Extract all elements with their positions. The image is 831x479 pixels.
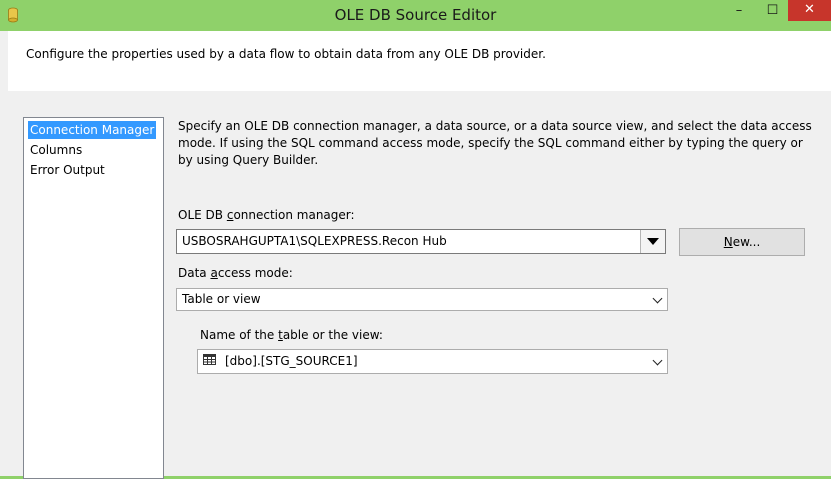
nav-item-columns[interactable]: Columns — [28, 141, 84, 159]
connection-manager-select[interactable]: USBOSRAHGUPTA1\SQLEXPRESS.Recon Hub — [176, 229, 666, 254]
chevron-down-icon — [652, 293, 663, 304]
new-connection-button[interactable]: New... — [679, 228, 805, 256]
table-name-label: Name of the table or the view: — [200, 328, 383, 342]
dialog-client: Configure the properties used by a data … — [0, 31, 831, 479]
nav-item-error-output[interactable]: Error Output — [28, 161, 107, 179]
chevron-down-icon — [652, 355, 663, 366]
dropdown-arrow-icon[interactable] — [640, 230, 665, 253]
table-name-select[interactable]: [dbo].[STG_SOURCE1] — [197, 349, 668, 374]
table-icon — [203, 354, 216, 365]
page-description: Specify an OLE DB connection manager, a … — [178, 119, 812, 167]
minimize-button[interactable]: – — [722, 1, 756, 23]
table-name-value: [dbo].[STG_SOURCE1] — [225, 354, 358, 368]
connection-manager-value: USBOSRAHGUPTA1\SQLEXPRESS.Recon Hub — [182, 234, 447, 248]
access-mode-select[interactable]: Table or view — [176, 288, 668, 311]
header-description: Configure the properties used by a data … — [26, 47, 546, 61]
access-mode-label: Data access mode: — [178, 266, 293, 280]
title-bar: OLE DB Source Editor – ☐ ✕ — [0, 0, 831, 31]
window-title: OLE DB Source Editor — [334, 6, 497, 24]
close-button[interactable]: ✕ — [788, 0, 831, 21]
maximize-button[interactable]: ☐ — [757, 1, 788, 23]
header-panel: Configure the properties used by a data … — [8, 31, 831, 91]
nav-item-connection-manager[interactable]: Connection Manager — [28, 121, 157, 139]
connection-manager-label: OLE DB connection manager: — [178, 208, 355, 222]
nav-list: Connection Manager Columns Error Output — [23, 117, 164, 479]
access-mode-value: Table or view — [182, 292, 261, 306]
